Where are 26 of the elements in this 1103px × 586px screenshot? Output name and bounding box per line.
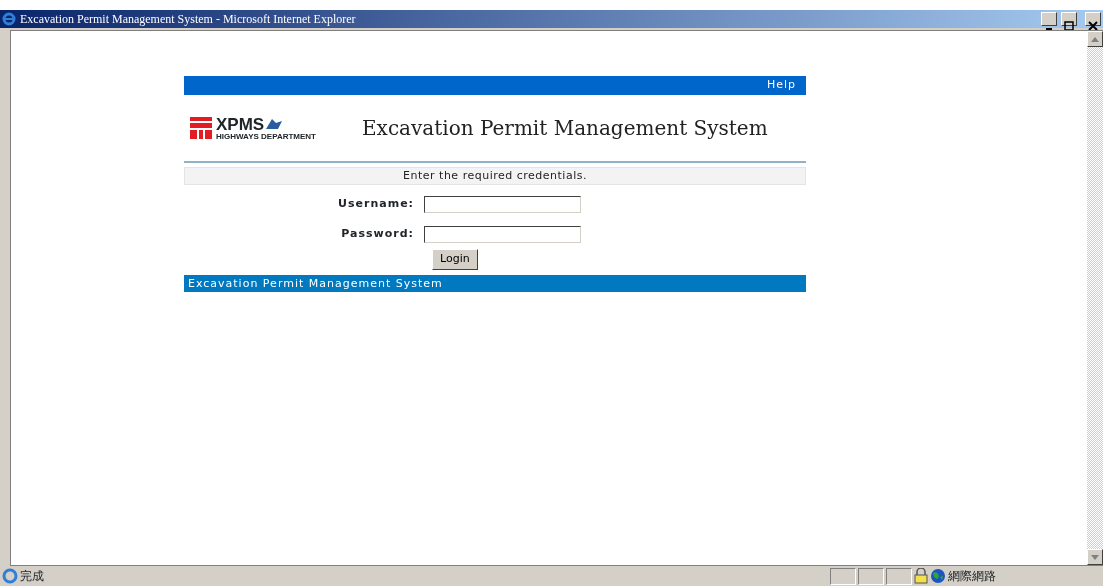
down-arrow-icon[interactable] [1091, 554, 1099, 560]
window-title: Excavation Permit Management System - Microsoft Internet Explorer [20, 11, 357, 28]
logo-icon [190, 117, 212, 139]
lock-icon [914, 568, 928, 584]
page-title: Excavation Permit Management System [362, 115, 768, 142]
road-icon [264, 117, 285, 131]
footer-bar: Excavation Permit Management System [184, 274, 806, 292]
logo-text: XPMS [216, 115, 265, 133]
logo-subtitle: HIGHWAYS DEPARTMENT [216, 132, 316, 141]
zone-text: 網際網路 [948, 568, 996, 585]
scrollbar[interactable] [1087, 31, 1103, 565]
globe-icon [930, 568, 946, 584]
status-text: 完成 [20, 568, 45, 585]
help-link[interactable]: Help [766, 77, 796, 94]
page-icon [2, 568, 18, 584]
input-field[interactable] [424, 195, 581, 213]
up-arrow-icon[interactable] [1091, 36, 1099, 42]
field-label: Password: [340, 225, 415, 242]
login-button[interactable]: Login [432, 249, 478, 270]
input-field[interactable] [424, 225, 581, 243]
browser-icon [2, 12, 16, 26]
status-panel [886, 567, 912, 585]
field-label: Username: [337, 195, 415, 212]
status-panel [858, 567, 884, 585]
status-panel [830, 567, 856, 585]
message-text: Enter the required credentials. [184, 167, 806, 185]
